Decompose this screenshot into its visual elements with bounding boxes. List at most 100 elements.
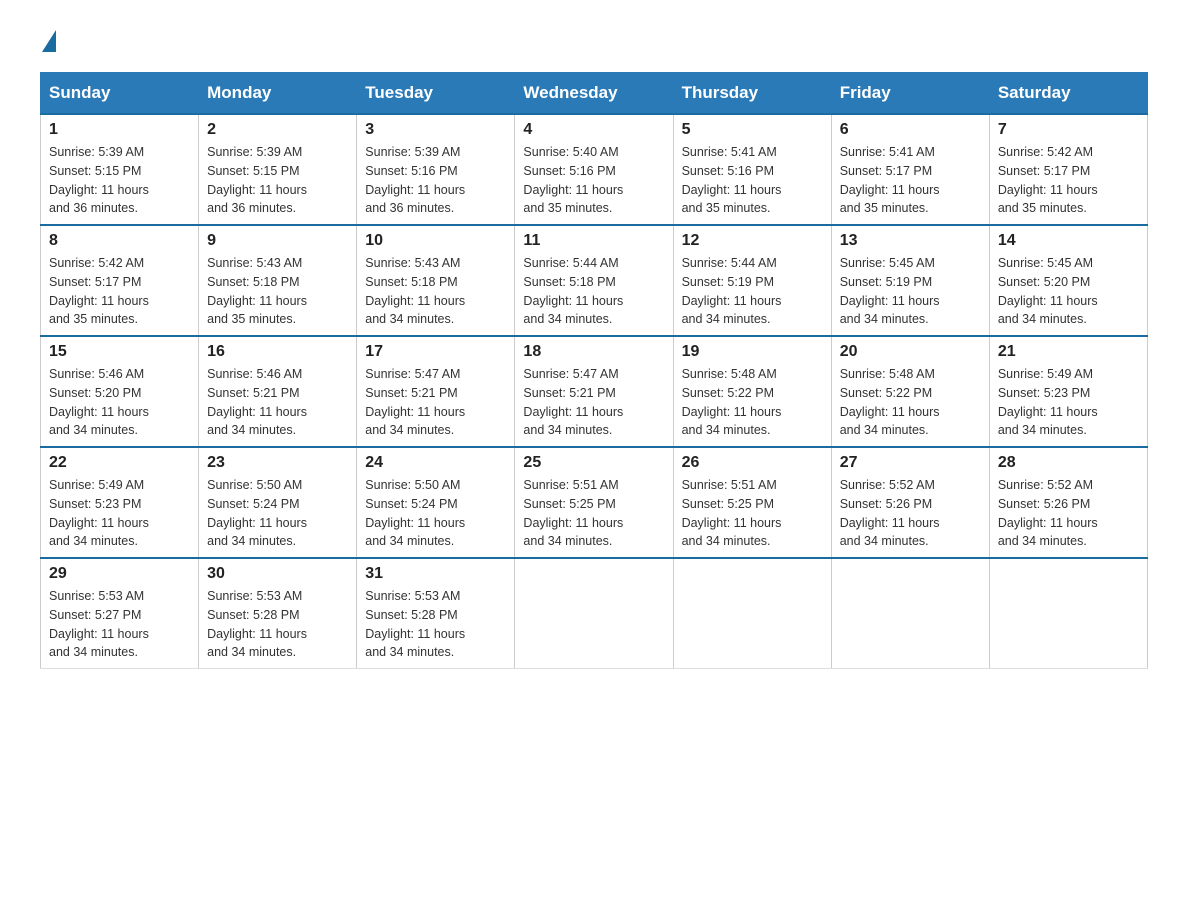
day-number: 7	[998, 121, 1139, 139]
calendar-cell: 27 Sunrise: 5:52 AM Sunset: 5:26 PM Dayl…	[831, 447, 989, 558]
day-number: 26	[682, 454, 823, 472]
day-info: Sunrise: 5:44 AM Sunset: 5:18 PM Dayligh…	[523, 256, 623, 326]
day-info: Sunrise: 5:41 AM Sunset: 5:17 PM Dayligh…	[840, 145, 940, 215]
calendar-cell: 2 Sunrise: 5:39 AM Sunset: 5:15 PM Dayli…	[199, 114, 357, 225]
day-number: 30	[207, 565, 348, 583]
day-number: 15	[49, 343, 190, 361]
header-saturday: Saturday	[989, 73, 1147, 115]
day-number: 18	[523, 343, 664, 361]
day-info: Sunrise: 5:52 AM Sunset: 5:26 PM Dayligh…	[840, 478, 940, 548]
day-info: Sunrise: 5:45 AM Sunset: 5:20 PM Dayligh…	[998, 256, 1098, 326]
calendar-cell	[989, 558, 1147, 669]
calendar-cell	[515, 558, 673, 669]
header-friday: Friday	[831, 73, 989, 115]
calendar-cell: 20 Sunrise: 5:48 AM Sunset: 5:22 PM Dayl…	[831, 336, 989, 447]
day-number: 14	[998, 232, 1139, 250]
calendar-cell: 15 Sunrise: 5:46 AM Sunset: 5:20 PM Dayl…	[41, 336, 199, 447]
logo	[40, 30, 58, 52]
day-info: Sunrise: 5:49 AM Sunset: 5:23 PM Dayligh…	[49, 478, 149, 548]
calendar-cell: 30 Sunrise: 5:53 AM Sunset: 5:28 PM Dayl…	[199, 558, 357, 669]
day-info: Sunrise: 5:43 AM Sunset: 5:18 PM Dayligh…	[207, 256, 307, 326]
calendar-cell: 5 Sunrise: 5:41 AM Sunset: 5:16 PM Dayli…	[673, 114, 831, 225]
day-info: Sunrise: 5:47 AM Sunset: 5:21 PM Dayligh…	[365, 367, 465, 437]
day-info: Sunrise: 5:48 AM Sunset: 5:22 PM Dayligh…	[840, 367, 940, 437]
calendar-cell: 23 Sunrise: 5:50 AM Sunset: 5:24 PM Dayl…	[199, 447, 357, 558]
day-number: 4	[523, 121, 664, 139]
day-info: Sunrise: 5:51 AM Sunset: 5:25 PM Dayligh…	[523, 478, 623, 548]
day-info: Sunrise: 5:50 AM Sunset: 5:24 PM Dayligh…	[207, 478, 307, 548]
calendar-cell	[673, 558, 831, 669]
header-monday: Monday	[199, 73, 357, 115]
day-number: 29	[49, 565, 190, 583]
day-number: 10	[365, 232, 506, 250]
day-info: Sunrise: 5:40 AM Sunset: 5:16 PM Dayligh…	[523, 145, 623, 215]
calendar-cell: 3 Sunrise: 5:39 AM Sunset: 5:16 PM Dayli…	[357, 114, 515, 225]
day-number: 16	[207, 343, 348, 361]
day-info: Sunrise: 5:44 AM Sunset: 5:19 PM Dayligh…	[682, 256, 782, 326]
calendar-cell: 1 Sunrise: 5:39 AM Sunset: 5:15 PM Dayli…	[41, 114, 199, 225]
day-number: 9	[207, 232, 348, 250]
day-number: 1	[49, 121, 190, 139]
day-info: Sunrise: 5:53 AM Sunset: 5:27 PM Dayligh…	[49, 589, 149, 659]
day-info: Sunrise: 5:46 AM Sunset: 5:21 PM Dayligh…	[207, 367, 307, 437]
calendar-cell: 11 Sunrise: 5:44 AM Sunset: 5:18 PM Dayl…	[515, 225, 673, 336]
day-number: 22	[49, 454, 190, 472]
logo-triangle-icon	[42, 30, 56, 52]
day-number: 25	[523, 454, 664, 472]
week-row-3: 15 Sunrise: 5:46 AM Sunset: 5:20 PM Dayl…	[41, 336, 1148, 447]
calendar-cell: 12 Sunrise: 5:44 AM Sunset: 5:19 PM Dayl…	[673, 225, 831, 336]
day-number: 27	[840, 454, 981, 472]
calendar-cell: 17 Sunrise: 5:47 AM Sunset: 5:21 PM Dayl…	[357, 336, 515, 447]
calendar-cell: 6 Sunrise: 5:41 AM Sunset: 5:17 PM Dayli…	[831, 114, 989, 225]
calendar-cell: 14 Sunrise: 5:45 AM Sunset: 5:20 PM Dayl…	[989, 225, 1147, 336]
day-number: 23	[207, 454, 348, 472]
calendar-cell: 25 Sunrise: 5:51 AM Sunset: 5:25 PM Dayl…	[515, 447, 673, 558]
day-info: Sunrise: 5:43 AM Sunset: 5:18 PM Dayligh…	[365, 256, 465, 326]
day-number: 28	[998, 454, 1139, 472]
day-info: Sunrise: 5:46 AM Sunset: 5:20 PM Dayligh…	[49, 367, 149, 437]
calendar-cell: 4 Sunrise: 5:40 AM Sunset: 5:16 PM Dayli…	[515, 114, 673, 225]
day-number: 19	[682, 343, 823, 361]
day-number: 21	[998, 343, 1139, 361]
calendar-cell: 26 Sunrise: 5:51 AM Sunset: 5:25 PM Dayl…	[673, 447, 831, 558]
day-number: 6	[840, 121, 981, 139]
day-info: Sunrise: 5:39 AM Sunset: 5:15 PM Dayligh…	[207, 145, 307, 215]
day-info: Sunrise: 5:45 AM Sunset: 5:19 PM Dayligh…	[840, 256, 940, 326]
calendar-cell: 7 Sunrise: 5:42 AM Sunset: 5:17 PM Dayli…	[989, 114, 1147, 225]
day-info: Sunrise: 5:39 AM Sunset: 5:15 PM Dayligh…	[49, 145, 149, 215]
calendar-cell: 19 Sunrise: 5:48 AM Sunset: 5:22 PM Dayl…	[673, 336, 831, 447]
header-row: SundayMondayTuesdayWednesdayThursdayFrid…	[41, 73, 1148, 115]
calendar-table: SundayMondayTuesdayWednesdayThursdayFrid…	[40, 72, 1148, 669]
day-number: 2	[207, 121, 348, 139]
calendar-cell: 10 Sunrise: 5:43 AM Sunset: 5:18 PM Dayl…	[357, 225, 515, 336]
week-row-5: 29 Sunrise: 5:53 AM Sunset: 5:27 PM Dayl…	[41, 558, 1148, 669]
day-info: Sunrise: 5:53 AM Sunset: 5:28 PM Dayligh…	[365, 589, 465, 659]
day-info: Sunrise: 5:41 AM Sunset: 5:16 PM Dayligh…	[682, 145, 782, 215]
day-number: 5	[682, 121, 823, 139]
day-number: 20	[840, 343, 981, 361]
day-info: Sunrise: 5:47 AM Sunset: 5:21 PM Dayligh…	[523, 367, 623, 437]
calendar-cell: 31 Sunrise: 5:53 AM Sunset: 5:28 PM Dayl…	[357, 558, 515, 669]
day-number: 11	[523, 232, 664, 250]
day-info: Sunrise: 5:42 AM Sunset: 5:17 PM Dayligh…	[49, 256, 149, 326]
day-number: 12	[682, 232, 823, 250]
week-row-2: 8 Sunrise: 5:42 AM Sunset: 5:17 PM Dayli…	[41, 225, 1148, 336]
day-number: 24	[365, 454, 506, 472]
calendar-cell: 28 Sunrise: 5:52 AM Sunset: 5:26 PM Dayl…	[989, 447, 1147, 558]
header-sunday: Sunday	[41, 73, 199, 115]
page-header	[40, 30, 1148, 52]
calendar-cell: 9 Sunrise: 5:43 AM Sunset: 5:18 PM Dayli…	[199, 225, 357, 336]
calendar-cell: 16 Sunrise: 5:46 AM Sunset: 5:21 PM Dayl…	[199, 336, 357, 447]
day-number: 17	[365, 343, 506, 361]
header-wednesday: Wednesday	[515, 73, 673, 115]
calendar-cell: 18 Sunrise: 5:47 AM Sunset: 5:21 PM Dayl…	[515, 336, 673, 447]
week-row-1: 1 Sunrise: 5:39 AM Sunset: 5:15 PM Dayli…	[41, 114, 1148, 225]
calendar-cell: 8 Sunrise: 5:42 AM Sunset: 5:17 PM Dayli…	[41, 225, 199, 336]
day-number: 13	[840, 232, 981, 250]
week-row-4: 22 Sunrise: 5:49 AM Sunset: 5:23 PM Dayl…	[41, 447, 1148, 558]
day-info: Sunrise: 5:39 AM Sunset: 5:16 PM Dayligh…	[365, 145, 465, 215]
header-tuesday: Tuesday	[357, 73, 515, 115]
day-number: 3	[365, 121, 506, 139]
header-thursday: Thursday	[673, 73, 831, 115]
calendar-cell: 21 Sunrise: 5:49 AM Sunset: 5:23 PM Dayl…	[989, 336, 1147, 447]
